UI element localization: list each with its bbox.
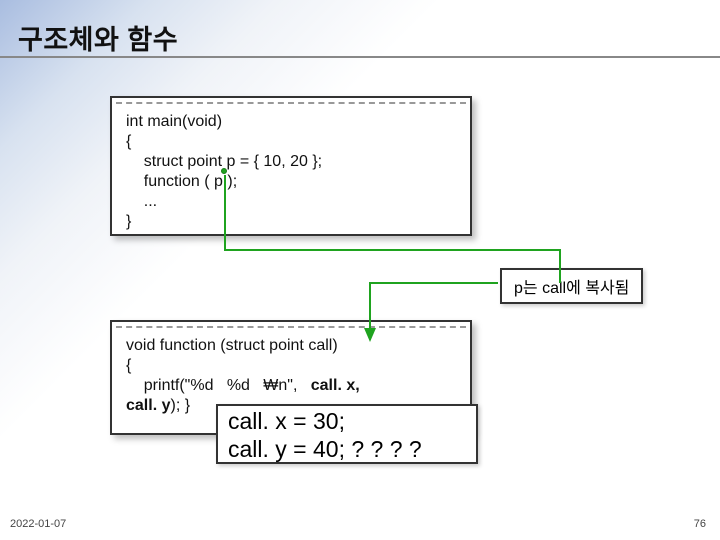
code-line: } bbox=[126, 213, 131, 230]
label-copy-note: p는 call에 복사됨 bbox=[500, 268, 643, 304]
arrow-start-dot bbox=[221, 168, 227, 174]
code-line-part: printf("%d %d bbox=[126, 377, 263, 394]
title-underline bbox=[0, 56, 720, 58]
code-line-part: n", bbox=[278, 377, 310, 394]
box-top-dash bbox=[116, 102, 466, 104]
highlight-call-assign: call. x = 30; call. y = 40; ? ? ? ? bbox=[216, 404, 478, 464]
code-bold: call. x, bbox=[311, 377, 360, 394]
footer-pagenum: 76 bbox=[694, 518, 706, 530]
code-line: { bbox=[126, 133, 131, 150]
code-line: ... bbox=[126, 193, 157, 210]
code-box-main: int main(void) { struct point p = { 10, … bbox=[110, 96, 472, 236]
code-line: { bbox=[126, 357, 131, 374]
highlight-line: call. x = 30; bbox=[228, 408, 466, 436]
code-main: int main(void) { struct point p = { 10, … bbox=[126, 112, 456, 232]
code-line: void function (struct point call) bbox=[126, 337, 338, 354]
slide-title: 구조체와 함수 bbox=[18, 18, 178, 57]
code-line: function ( p ); bbox=[126, 173, 237, 190]
footer-date: 2022-01-07 bbox=[10, 518, 66, 530]
code-line-part: ); } bbox=[170, 397, 190, 414]
code-line: int main(void) bbox=[126, 113, 222, 130]
highlight-line: call. y = 40; ? ? ? ? bbox=[228, 436, 466, 464]
box-top-dash bbox=[116, 326, 466, 328]
code-bold: call. y bbox=[126, 397, 170, 414]
